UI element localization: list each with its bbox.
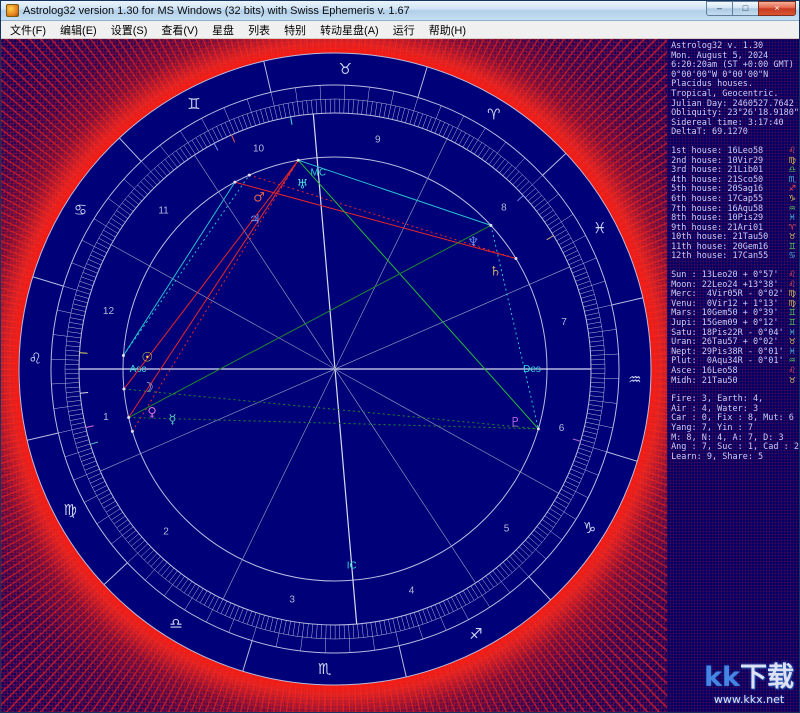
- window-title: Astrolog32 version 1.30 for MS Windows (…: [23, 5, 703, 17]
- house-number: 4: [409, 586, 415, 597]
- uranus-icon: ♅: [297, 177, 309, 192]
- sidebar-line: Learn: 9, Share: 5: [671, 453, 799, 463]
- mercury-icon: ☿: [169, 413, 177, 428]
- close-button[interactable]: ×: [758, 1, 796, 16]
- taurus-icon: ♉: [788, 377, 796, 387]
- pluto-dot: [537, 427, 540, 430]
- app-icon: [6, 4, 19, 17]
- app-window: Astrolog32 version 1.30 for MS Windows (…: [0, 0, 800, 713]
- libra-icon: ♎: [169, 614, 182, 632]
- menu-item[interactable]: 设置(S): [104, 21, 155, 39]
- pisces-icon: ♓: [593, 219, 606, 237]
- sun-icon: ☉: [142, 351, 154, 366]
- pluto-icon: ♇: [510, 416, 522, 431]
- aquarius-icon: ♒: [628, 370, 641, 388]
- house-number: 10: [253, 143, 265, 154]
- house-number: 3: [289, 595, 295, 606]
- venus-icon: ♀: [147, 406, 157, 421]
- house-number: 1: [103, 412, 109, 423]
- menu-item[interactable]: 编辑(E): [53, 21, 104, 39]
- virgo-icon: ♍: [63, 501, 76, 519]
- menu-item[interactable]: 帮助(H): [422, 21, 473, 39]
- menu-item[interactable]: 运行: [386, 21, 422, 39]
- sagittarius-icon: ♐: [469, 625, 482, 643]
- menu-item[interactable]: 文件(F): [3, 21, 53, 39]
- chart-wheel: ♈♉♊♋♌♍♎♏♐♑♒♓123456789101112AscDesMCIC☉☽☿…: [1, 39, 667, 712]
- house-number: 5: [504, 524, 510, 535]
- sun-dot: [122, 354, 125, 357]
- sidebar-line: 12th house: 17Can55♋: [671, 252, 799, 262]
- mars-icon: ♂: [253, 191, 265, 206]
- sidebar: Astrolog32 v. 1.30Mon. August 5, 20246:2…: [667, 39, 799, 712]
- house-number: 2: [163, 526, 169, 537]
- taurus-icon: ♉: [339, 60, 352, 78]
- menu-item[interactable]: 列表: [241, 21, 277, 39]
- moon-dot: [122, 388, 125, 391]
- mars-dot: [248, 174, 251, 177]
- venus-dot: [127, 416, 130, 419]
- house-number: 7: [561, 317, 567, 328]
- mercury-dot: [131, 430, 134, 433]
- scorpio-icon: ♏: [318, 660, 332, 678]
- chart-area: ♈♉♊♋♌♍♎♏♐♑♒♓123456789101112AscDesMCIC☉☽☿…: [1, 39, 667, 712]
- title-bar: Astrolog32 version 1.30 for MS Windows (…: [1, 1, 799, 21]
- main-content: ♈♉♊♋♌♍♎♏♐♑♒♓123456789101112AscDesMCIC☉☽☿…: [1, 39, 799, 712]
- menu-item[interactable]: 星盘: [205, 21, 241, 39]
- uranus-dot: [297, 159, 300, 162]
- jupiter-icon: ♃: [249, 213, 261, 228]
- window-controls: – □ ×: [707, 1, 796, 20]
- menu-bar: 文件(F)编辑(E)设置(S)查看(V)星盘列表特别转动星盘(A)运行帮助(H): [1, 21, 799, 39]
- saturn-icon: ♄: [490, 265, 502, 280]
- sidebar-line: DeltaT: 69.1270: [671, 128, 799, 138]
- maximize-button[interactable]: □: [732, 1, 759, 16]
- moon-icon: ☽: [142, 380, 154, 395]
- neptune-dot: [489, 224, 492, 227]
- neptune-icon: ♆: [467, 235, 479, 250]
- house-number: 11: [158, 205, 169, 216]
- saturn-dot: [514, 257, 517, 260]
- minimize-button[interactable]: –: [706, 1, 733, 16]
- leo-icon: ♌: [28, 350, 41, 368]
- gemini-icon: ♊: [187, 95, 200, 113]
- aries-icon: ♈: [487, 106, 500, 124]
- angle-label-des: Des: [523, 364, 541, 375]
- house-number: 12: [103, 306, 115, 317]
- sun-pointer: [80, 353, 88, 354]
- cancer-icon: ♋: [74, 201, 87, 219]
- capricorn-icon: ♑: [583, 519, 596, 537]
- angle-label-ic: IC: [347, 560, 357, 571]
- jupiter-dot: [233, 181, 236, 184]
- house-number: 8: [501, 203, 507, 214]
- sidebar-line: Midh: 21Tau50♉: [671, 377, 799, 387]
- menu-item[interactable]: 查看(V): [154, 21, 205, 39]
- menu-item[interactable]: 转动星盘(A): [313, 21, 386, 39]
- cancer-icon: ♋: [788, 252, 796, 262]
- house-number: 6: [559, 423, 565, 434]
- angle-label-asc: Asc: [130, 364, 147, 375]
- house-number: 9: [375, 134, 381, 145]
- menu-item[interactable]: 特别: [277, 21, 313, 39]
